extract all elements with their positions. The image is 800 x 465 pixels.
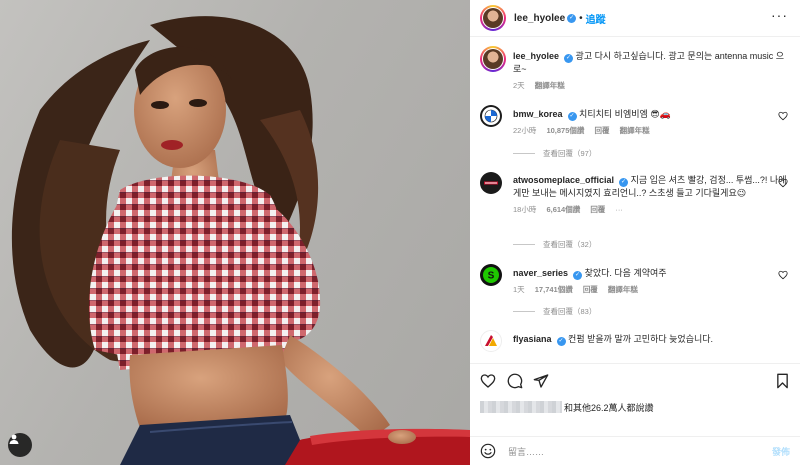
view-replies-button[interactable]: 查看回覆（32）	[513, 239, 596, 250]
comment-username[interactable]: naver_series	[513, 268, 568, 278]
reply-button[interactable]: 回覆	[583, 285, 598, 294]
author-username[interactable]: lee_hyolee	[514, 13, 565, 24]
verified-badge-icon: ✓	[573, 271, 583, 280]
blurred-username	[480, 401, 562, 413]
post-header: lee_hyolee ✓ • 追蹤 ···	[470, 0, 800, 37]
post-photo	[0, 0, 470, 465]
view-replies-label: 查看回覆（97）	[543, 149, 597, 158]
comments-list[interactable]: lee_hyolee ✓ 광고 다시 하고싶습니다. 광고 문의는 antenna…	[470, 38, 800, 360]
comment-item: flyasiana ✓ 컨펌 받을까 말까 고민하다 늦었습니다.	[480, 330, 790, 359]
svg-text:S: S	[488, 271, 495, 282]
verified-badge-icon: ✓	[567, 13, 577, 23]
comment-like-count[interactable]: 6,614個讚	[546, 205, 580, 214]
translate-link[interactable]: 翻譯年糕	[535, 81, 565, 90]
naver-series-logo-icon[interactable]: S	[480, 264, 502, 286]
comment-like-count[interactable]: 17,741個讚	[535, 285, 573, 294]
author-avatar[interactable]	[480, 5, 506, 31]
asiana-logo-icon[interactable]	[480, 330, 502, 352]
reply-button[interactable]: 回覆	[590, 205, 605, 214]
comment-bubble-icon[interactable]	[507, 373, 523, 389]
like-heart-icon[interactable]	[480, 373, 496, 389]
post-age[interactable]: 2天	[513, 81, 525, 90]
post-action-bar	[470, 363, 800, 401]
verified-badge-icon: ✓	[619, 178, 629, 187]
post-comment-button[interactable]: 發佈	[772, 445, 790, 458]
comment-item: atwosomeplace_official ✓ 지금 입은 셔츠 빨강, 검정.…	[480, 172, 790, 215]
follow-button[interactable]: 追蹤	[586, 11, 606, 26]
save-bookmark-icon[interactable]	[775, 373, 790, 389]
translate-link[interactable]: 翻譯年糕	[608, 285, 638, 294]
comment-like-count[interactable]: 10,875個讚	[546, 126, 584, 135]
post-side-panel: lee_hyolee ✓ • 追蹤 ··· lee_hyolee ✓ 광고 다시 …	[470, 0, 800, 465]
separator-dot: •	[579, 12, 583, 24]
share-paper-plane-icon[interactable]	[533, 373, 549, 389]
likes-summary-text: 和其他26.2萬人都說讚	[564, 402, 654, 413]
translate-link[interactable]: 翻譯年糕	[620, 126, 650, 135]
like-comment-heart-icon[interactable]	[778, 270, 788, 280]
comment-time[interactable]: 18小時	[513, 205, 536, 214]
view-replies-label: 查看回覆（32）	[543, 240, 597, 249]
view-replies-button[interactable]: 查看回覆（97）	[513, 148, 596, 159]
tagged-profile-button[interactable]	[8, 433, 32, 457]
verified-badge-icon: ✓	[556, 337, 566, 346]
like-comment-heart-icon[interactable]	[778, 111, 788, 121]
comment-item: S naver_series ✓ 찾았다. 다음 계약여주 1天 17,741個讚…	[480, 264, 790, 295]
twosome-logo-icon[interactable]	[480, 172, 502, 194]
comment-text: 치티치티 비엠비엠 😎🚗	[579, 109, 671, 119]
more-comment-options-icon[interactable]: ···	[615, 205, 623, 214]
more-options-icon[interactable]: ···	[771, 8, 788, 22]
post-photo-illustration	[11, 16, 470, 465]
comment-username[interactable]: flyasiana	[513, 334, 552, 344]
view-replies-button[interactable]: 查看回覆（83）	[513, 306, 596, 317]
view-replies-label: 查看回覆（83）	[543, 307, 597, 316]
bmw-logo-icon[interactable]	[480, 105, 502, 127]
comment-item: bmw_korea ✓ 치티치티 비엠비엠 😎🚗 22小時 10,875個讚 回覆…	[480, 105, 790, 136]
comment-time[interactable]: 1天	[513, 285, 525, 294]
person-icon	[9, 434, 19, 444]
emoji-icon[interactable]	[480, 443, 496, 459]
post-caption: lee_hyolee ✓ 광고 다시 하고싶습니다. 광고 문의는 antenna…	[480, 46, 790, 91]
comment-username[interactable]: atwosomeplace_official	[513, 175, 614, 185]
comment-username[interactable]: bmw_korea	[513, 109, 563, 119]
comment-time[interactable]: 22小時	[513, 126, 536, 135]
comment-text: 컨펌 받을까 말까 고민하다 늦었습니다.	[568, 334, 714, 344]
caption-username[interactable]: lee_hyolee	[513, 51, 559, 61]
comment-meta-faded	[513, 350, 790, 359]
caption-avatar[interactable]	[480, 46, 506, 72]
comment-text: 찾았다. 다음 계약여주	[584, 268, 667, 278]
reply-button[interactable]: 回覆	[594, 126, 609, 135]
add-comment-bar: 留言…… 發佈	[470, 436, 800, 465]
like-comment-heart-icon[interactable]	[778, 178, 788, 188]
likes-summary[interactable]: 和其他26.2萬人都說讚	[480, 399, 654, 415]
verified-badge-icon: ✓	[567, 112, 577, 121]
comment-input[interactable]: 留言……	[508, 445, 772, 458]
verified-badge-icon: ✓	[564, 54, 574, 63]
